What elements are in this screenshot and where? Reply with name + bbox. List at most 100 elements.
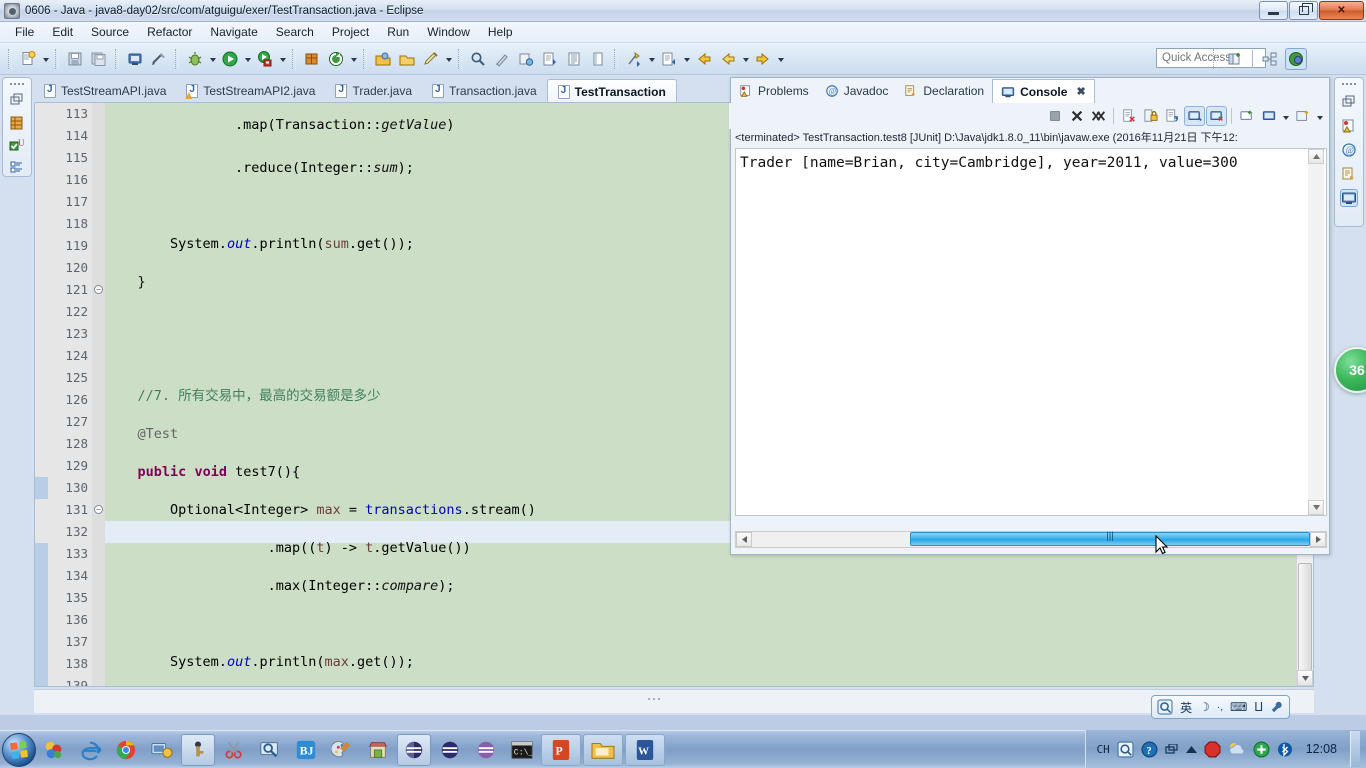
previous-annotation-icon[interactable] [658, 48, 680, 70]
run-dropdown-icon[interactable] [242, 49, 253, 69]
quick-fix-dropdown-icon[interactable] [443, 49, 454, 69]
print-icon[interactable] [124, 48, 146, 70]
console-output[interactable]: Trader [name=Brian, city=Cambridge], yea… [735, 148, 1327, 516]
close-icon[interactable]: ✖ [1076, 85, 1085, 98]
show-desktop-button[interactable] [1350, 731, 1360, 767]
scroll-lock-icon[interactable] [1140, 106, 1161, 126]
taskbar-magnifier[interactable] [253, 734, 287, 766]
fastview-grip-right[interactable] [1340, 81, 1358, 87]
security-tray-icon[interactable] [1204, 741, 1221, 758]
tab-console[interactable]: Console ✖ [992, 79, 1095, 103]
taskbar-word[interactable]: W [625, 733, 665, 766]
tab-teststreamapi2[interactable]: TestStreamAPI2.java [176, 79, 325, 103]
forward-icon[interactable] [752, 48, 774, 70]
taskbar-chrome[interactable] [109, 734, 143, 766]
back-dropdown-icon[interactable] [740, 49, 751, 69]
next-edit-icon[interactable] [623, 48, 645, 70]
taskbar-store[interactable] [361, 734, 395, 766]
tab-problems[interactable]: Problems [731, 79, 817, 103]
menu-run[interactable]: Run [378, 23, 418, 41]
menu-search[interactable]: Search [267, 23, 323, 41]
taskbar-snipping-tool[interactable] [217, 734, 251, 766]
last-edit-location-icon[interactable] [515, 48, 537, 70]
java-perspective-icon[interactable] [1285, 48, 1307, 70]
show-whitespace-icon[interactable] [563, 48, 585, 70]
restore-button[interactable] [1289, 1, 1318, 20]
tab-testtransaction[interactable]: TestTransaction [546, 79, 677, 103]
skip-all-breakpoints-icon[interactable] [491, 48, 513, 70]
forward-history-icon[interactable] [717, 48, 739, 70]
editor-resize-grip[interactable] [648, 698, 662, 704]
ime-settings-icon[interactable] [1270, 700, 1284, 714]
run-icon[interactable] [219, 48, 241, 70]
toggle-mark-occurrences-icon[interactable] [148, 48, 170, 70]
restore-icon[interactable] [8, 92, 26, 109]
open-type-icon[interactable] [372, 48, 394, 70]
tab-trader[interactable]: Trader.java [325, 79, 422, 103]
pin-console-icon[interactable] [1236, 106, 1257, 126]
taskbar-internet-explorer[interactable] [73, 734, 107, 766]
remove-launch-icon[interactable] [1066, 106, 1087, 126]
folding-ruler[interactable]: − − [92, 103, 105, 686]
new-wizard-dropdown-icon[interactable] [40, 49, 51, 69]
show-console-on-error-icon[interactable] [1206, 106, 1227, 126]
taskbar-keyshot[interactable] [181, 733, 215, 766]
editor-marker-gutter[interactable] [35, 103, 48, 686]
open-console-dropdown-icon[interactable] [1314, 106, 1325, 126]
taskbar-bluej[interactable]: BJ [289, 734, 323, 766]
save-icon[interactable] [64, 48, 86, 70]
ime-punctuation-icon[interactable]: ·, [1217, 702, 1223, 713]
hscroll-left-button[interactable] [736, 532, 752, 547]
restore-icon[interactable] [1340, 93, 1358, 111]
display-selected-console-icon[interactable] [1258, 106, 1279, 126]
next-annotation-icon[interactable] [539, 48, 561, 70]
close-button[interactable]: ✕ [1319, 1, 1364, 20]
show-hidden-icons-icon[interactable] [1185, 745, 1197, 753]
new-java-package-icon[interactable] [301, 48, 323, 70]
external-tools-dropdown-icon[interactable] [277, 49, 288, 69]
tab-transaction[interactable]: Transaction.java [422, 79, 547, 103]
tab-javadoc[interactable]: @ Javadoc [817, 79, 897, 103]
weather-tray-icon[interactable] [1228, 741, 1246, 757]
taskbar-pc-app[interactable] [145, 734, 179, 766]
taskbar-app-colors[interactable] [37, 734, 71, 766]
taskbar-eclipse-1[interactable] [397, 733, 431, 766]
taskbar-powerpoint[interactable]: P [541, 733, 581, 766]
new-java-class-dropdown-icon[interactable] [348, 49, 359, 69]
bluetooth-tray-icon[interactable] [1277, 741, 1293, 758]
start-button[interactable] [2, 732, 36, 767]
taskbar-eclipse-2[interactable] [433, 734, 467, 766]
problems-icon[interactable] [1340, 117, 1358, 135]
junit-icon[interactable]: U [8, 136, 26, 153]
menu-project[interactable]: Project [323, 23, 378, 41]
taskbar-eclipse-3[interactable] [469, 734, 503, 766]
previous-annotation-dropdown-icon[interactable] [681, 49, 692, 69]
menu-refactor[interactable]: Refactor [138, 23, 201, 41]
help-tray-icon[interactable]: ? [1141, 741, 1158, 758]
menu-edit[interactable]: Edit [43, 23, 82, 41]
open-perspective-icon[interactable] [1224, 48, 1246, 70]
taskbar-cmd[interactable]: C:\_ [505, 734, 539, 766]
console-scroll-down-button[interactable] [1308, 500, 1324, 515]
network-tray-icon[interactable] [1165, 743, 1179, 755]
ime-logo-icon[interactable] [1157, 699, 1173, 715]
tab-teststreamapi[interactable]: TestStreamAPI.java [34, 79, 176, 103]
console-vertical-scrollbar[interactable] [1308, 149, 1324, 515]
ime-language-label[interactable]: 英 [1180, 699, 1192, 716]
menu-navigate[interactable]: Navigate [201, 23, 266, 41]
minimize-button[interactable] [1259, 1, 1288, 20]
taskbar-explorer[interactable] [583, 733, 623, 766]
debug-icon[interactable] [184, 48, 206, 70]
taskbar-paint[interactable] [325, 734, 359, 766]
package-explorer-icon[interactable] [8, 114, 26, 131]
ime-toolbar[interactable]: 英 ☽ ·, ⌨ ⨿ [1151, 695, 1290, 719]
back-icon[interactable] [693, 48, 715, 70]
show-console-on-output-icon[interactable] [1184, 106, 1205, 126]
remove-all-terminated-icon[interactable] [1088, 106, 1109, 126]
console-scroll-up-button[interactable] [1308, 149, 1324, 164]
fastview-grip[interactable] [8, 81, 26, 87]
next-edit-dropdown-icon[interactable] [646, 49, 657, 69]
open-task-icon[interactable] [396, 48, 418, 70]
toolbar-grip[interactable] [8, 48, 12, 69]
open-console-icon[interactable] [1292, 106, 1313, 126]
